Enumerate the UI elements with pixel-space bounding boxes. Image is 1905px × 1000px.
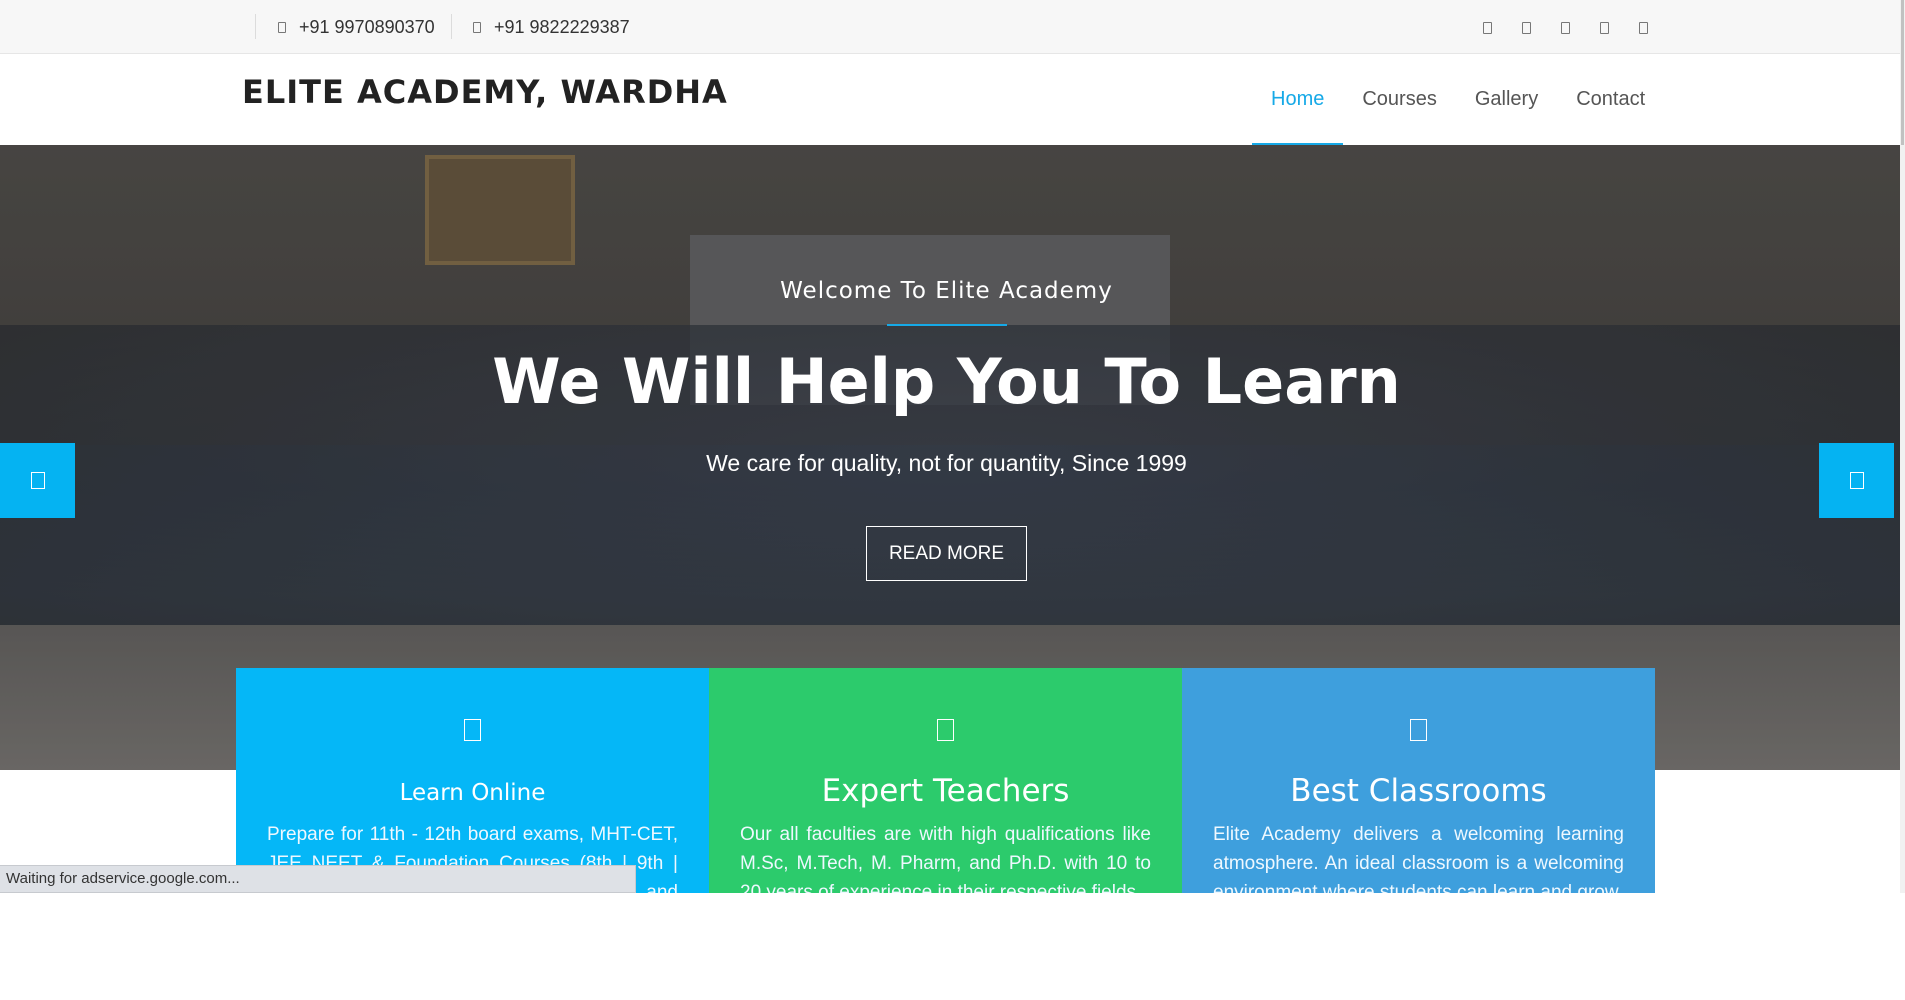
phone-contact-2[interactable]: +91 9822229387: [473, 0, 630, 54]
phone-contact-1[interactable]: +91 9970890370: [278, 0, 435, 54]
instagram-icon[interactable]: [1600, 22, 1609, 34]
nav-contact[interactable]: Contact: [1557, 55, 1664, 145]
youtube-icon[interactable]: [1639, 22, 1648, 34]
feature-title: Learn Online: [399, 780, 546, 806]
nav-home[interactable]: Home: [1252, 55, 1344, 145]
feature-title: Expert Teachers: [821, 773, 1070, 809]
main-nav: Home Courses Gallery Contact: [1252, 55, 1664, 145]
phone-number-1: +91 9970890370: [299, 16, 435, 37]
feature-text: Our all faculties are with high qualific…: [740, 824, 1151, 893]
mobile-phone-icon: [473, 21, 481, 33]
hero-underline: [887, 324, 1007, 326]
linkedin-icon[interactable]: [1561, 22, 1570, 34]
chevron-right-icon: [1850, 472, 1864, 489]
social-links: [1483, 22, 1678, 34]
site-logo[interactable]: ELITE ACADEMY, WARDHA: [242, 73, 728, 111]
feature-best-classrooms: Best Classrooms Elite Academy delivers a…: [1182, 668, 1655, 893]
feature-text: Elite Academy delivers a welcoming learn…: [1213, 824, 1624, 893]
teacher-icon: [937, 719, 954, 741]
hero-welcome: Welcome To Elite Academy: [780, 278, 1113, 304]
feature-learn-online: Learn Online Prepare for 11th - 12th boa…: [236, 668, 709, 893]
feature-expert-teachers: Expert Teachers Our all faculties are wi…: [709, 668, 1182, 893]
twitter-icon[interactable]: [1522, 22, 1531, 34]
laptop-icon: [464, 719, 481, 741]
mobile-phone-icon: [278, 21, 286, 33]
divider: [451, 14, 452, 39]
nav-courses[interactable]: Courses: [1343, 55, 1455, 145]
chevron-left-icon: [31, 472, 45, 489]
nav-gallery[interactable]: Gallery: [1456, 55, 1557, 145]
page-scrollbar[interactable]: [1900, 0, 1905, 893]
site-header: ELITE ACADEMY, WARDHA Home Courses Galle…: [0, 55, 1900, 145]
browser-status-bar: Waiting for adservice.google.com...: [0, 865, 636, 893]
phone-number-2: +91 9822229387: [494, 16, 630, 37]
facebook-icon[interactable]: [1483, 22, 1492, 34]
slider-next-button[interactable]: [1819, 443, 1894, 518]
classroom-icon: [1410, 719, 1427, 741]
scrollbar-thumb[interactable]: [1901, 0, 1904, 145]
hero-subtitle: We care for quality, not for quantity, S…: [706, 450, 1187, 476]
divider: [255, 14, 256, 39]
slider-prev-button[interactable]: [0, 443, 75, 518]
feature-title: Best Classrooms: [1290, 773, 1547, 809]
hero-title: We Will Help You To Learn: [492, 345, 1401, 418]
top-bar: +91 9970890370 +91 9822229387: [0, 0, 1900, 54]
read-more-button[interactable]: READ MORE: [866, 526, 1027, 581]
